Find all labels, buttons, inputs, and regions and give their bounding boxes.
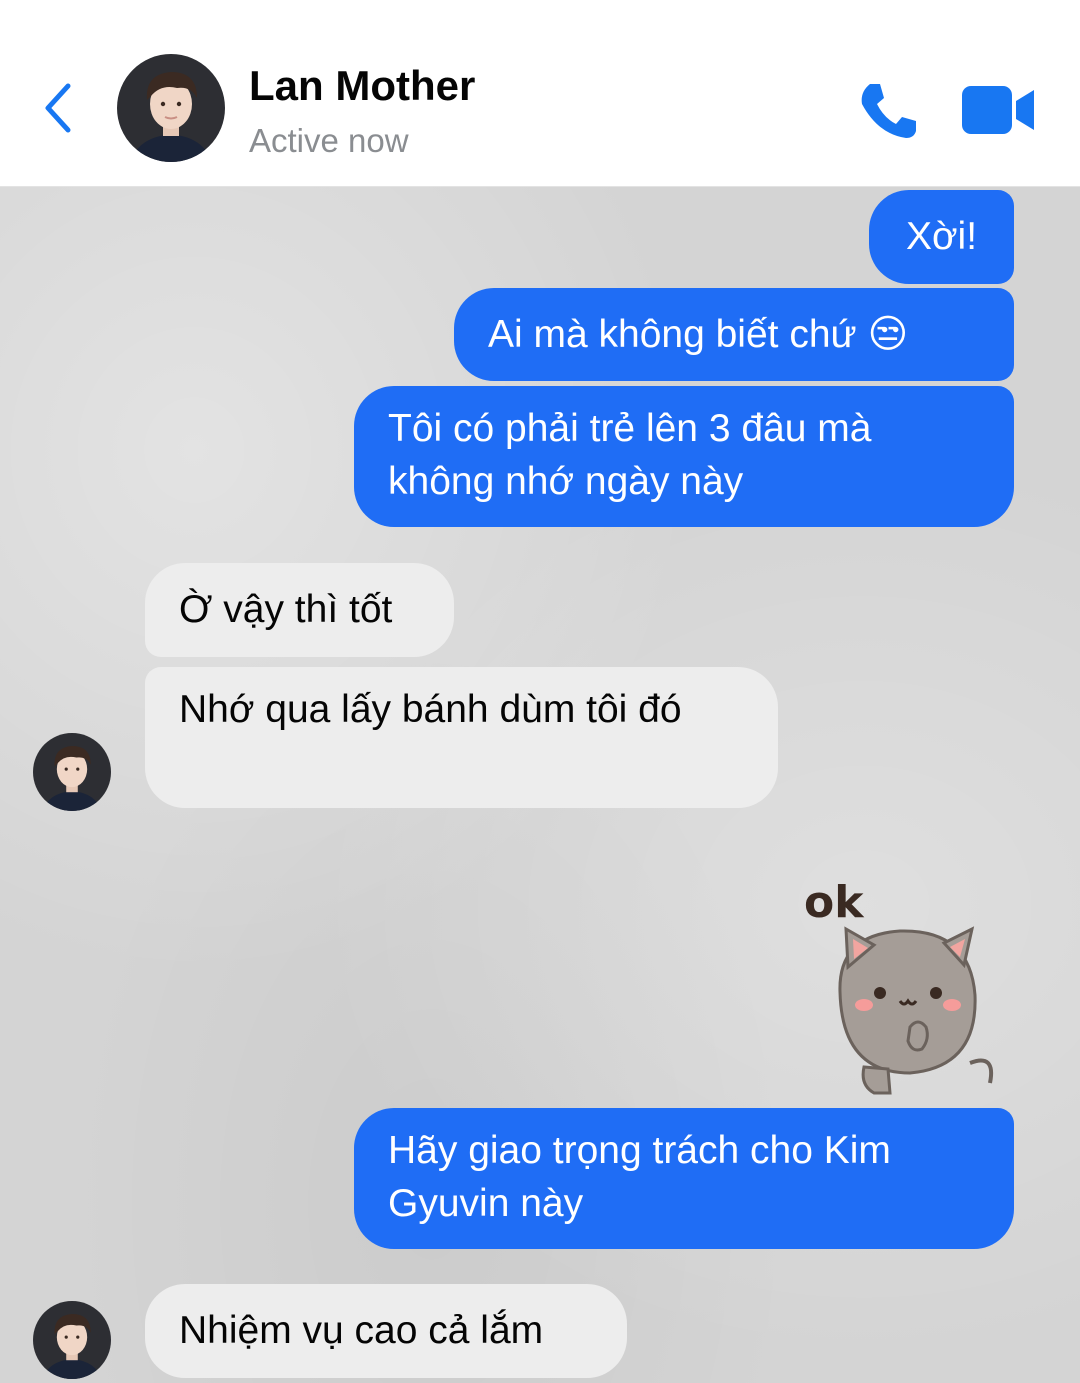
contact-name[interactable]: Lan Mother: [249, 62, 475, 110]
message-bubble-incoming[interactable]: Nhiệm vụ cao cả lắm: [145, 1284, 627, 1378]
message-text: Xời!: [905, 215, 978, 258]
message-bubble-outgoing[interactable]: Xời!: [869, 190, 1014, 284]
message-text: Ờ vậy thì tốt: [179, 588, 393, 631]
message-text: Hãy giao trọng trách cho Kim Gyuvin này: [388, 1129, 891, 1225]
message-bubble-incoming[interactable]: Ờ vậy thì tốt: [145, 563, 454, 657]
message-bubble-incoming[interactable]: Nhớ qua lấy bánh dùm tôi đó: [145, 667, 778, 808]
sticker-text: ok: [804, 877, 865, 928]
cat-sticker[interactable]: ok: [800, 877, 1010, 1102]
message-text: Nhiệm vụ cao cả lắm: [179, 1309, 544, 1352]
message-text: Tôi có phải trẻ lên 3 đâu mà không nhớ n…: [388, 407, 872, 503]
message-bubble-outgoing[interactable]: Tôi có phải trẻ lên 3 đâu mà không nhớ n…: [354, 386, 1014, 527]
sender-avatar[interactable]: [33, 1301, 111, 1379]
chat-header: Lan Mother Active now: [0, 0, 1080, 187]
back-chevron-icon[interactable]: [38, 80, 78, 136]
contact-status: Active now: [249, 122, 409, 159]
contact-avatar[interactable]: [117, 54, 225, 162]
video-camera-icon[interactable]: [960, 84, 1038, 136]
message-bubble-outgoing[interactable]: Ai mà không biết chứ 😒: [454, 288, 1014, 381]
message-list[interactable]: Xời! Ai mà không biết chứ 😒 Tôi có phải …: [0, 187, 1080, 1383]
phone-icon[interactable]: [856, 80, 920, 140]
message-bubble-outgoing[interactable]: Hãy giao trọng trách cho Kim Gyuvin này: [354, 1108, 1014, 1249]
sender-avatar[interactable]: [33, 733, 111, 811]
message-text: Nhớ qua lấy bánh dùm tôi đó: [179, 688, 682, 731]
message-text: Ai mà không biết chứ 😒: [488, 313, 909, 356]
